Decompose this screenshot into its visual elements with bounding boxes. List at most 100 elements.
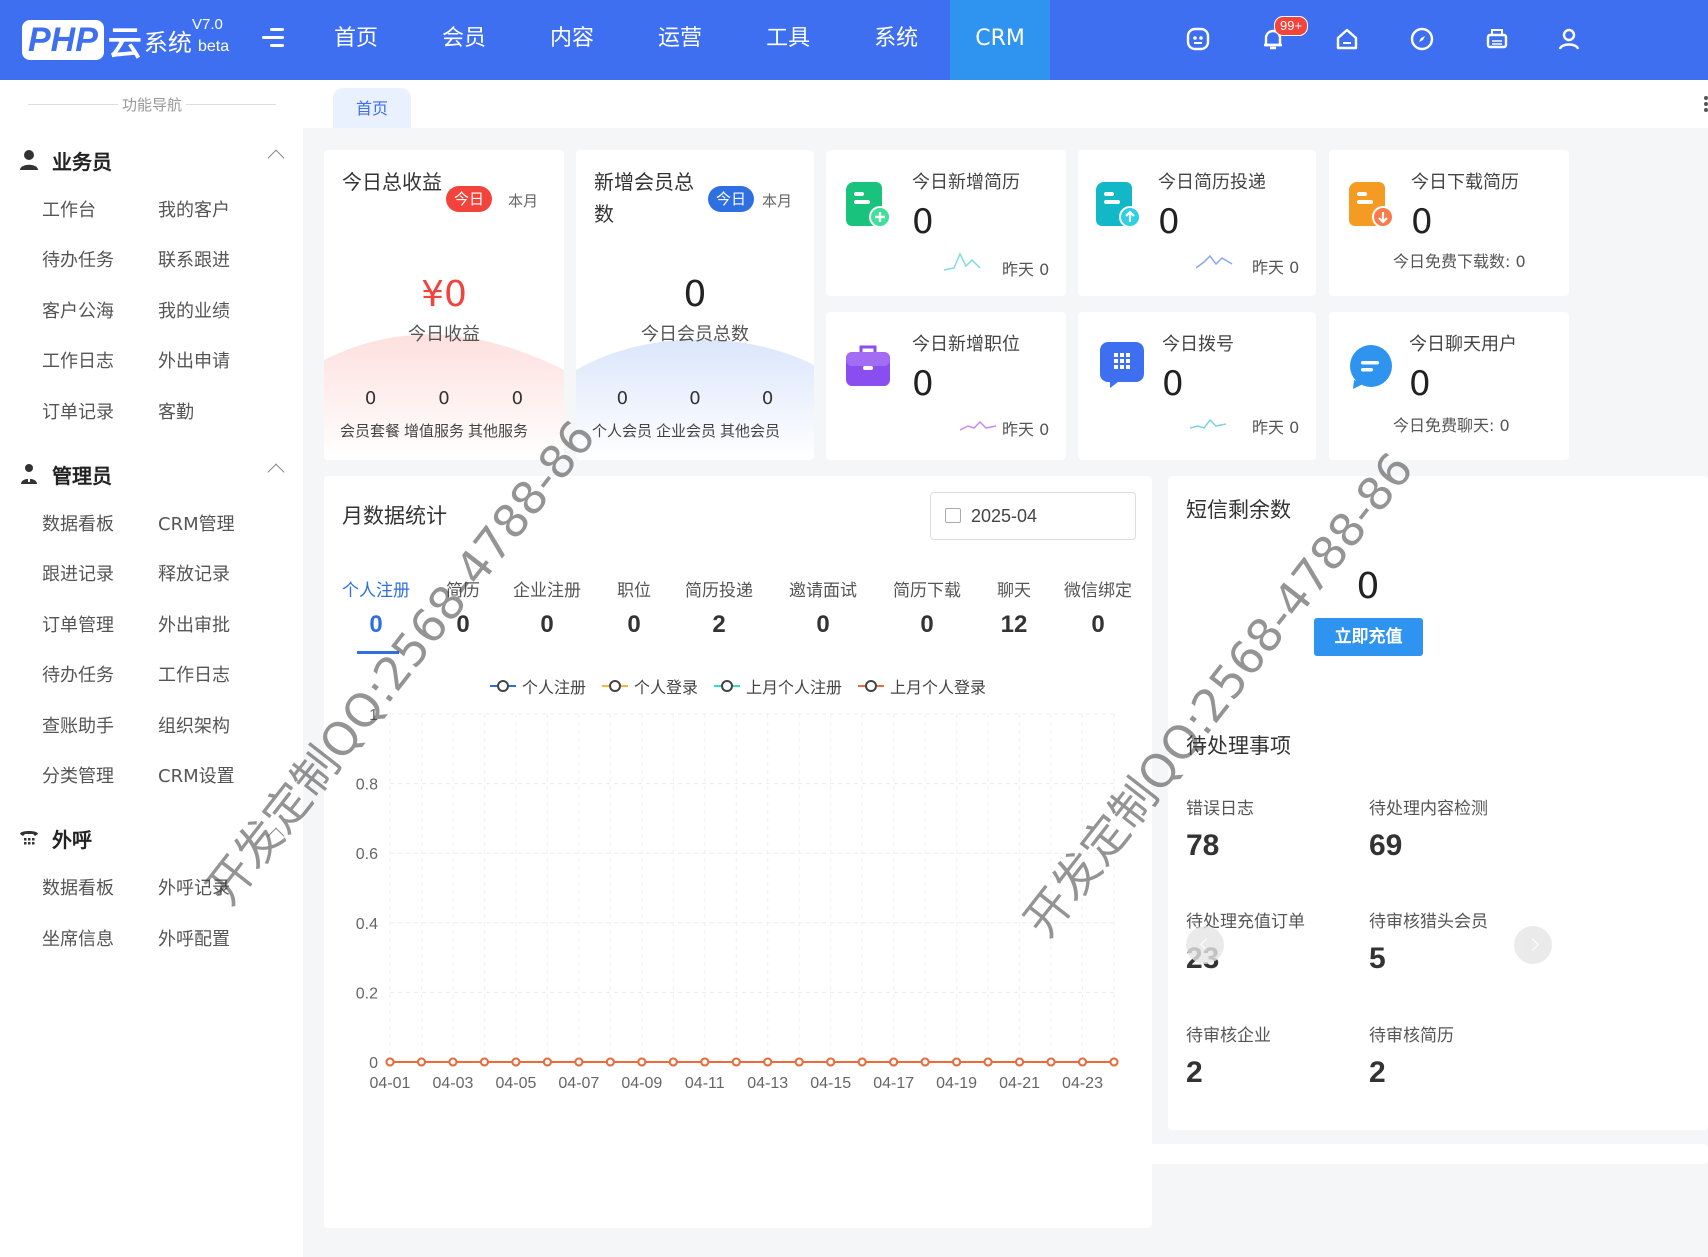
members-month-pill[interactable]: 本月 <box>762 190 792 211</box>
resume-upload-icon <box>1096 182 1140 228</box>
data-point <box>1078 1057 1088 1067</box>
data-point <box>1015 1057 1025 1067</box>
members-num: 0 <box>689 388 701 409</box>
revenue-sub-label: 会员套餐 <box>340 422 401 440</box>
sidebar-item-call-dashboard[interactable]: 数据看板 <box>42 874 114 900</box>
metric-tab-wechat-bind[interactable]: 微信绑定 0 <box>1064 576 1132 639</box>
sidebar-item-performance[interactable]: 我的业绩 <box>158 297 230 323</box>
legend-item[interactable]: 个人注册 <box>489 674 586 698</box>
todo-item-content-check[interactable]: 待处理内容检测 69 <box>1369 794 1488 863</box>
group-title: 管理员 <box>52 463 112 488</box>
sidebar-item-follow-records[interactable]: 跟进记录 <box>42 560 114 586</box>
user-icon <box>20 150 38 170</box>
chevron-up-icon[interactable] <box>267 149 285 167</box>
stat-card-resume-download: 今日下载简历 0 今日免费下载数: 0 <box>1329 150 1569 296</box>
metric-tab-company-register[interactable]: 企业注册 0 <box>513 576 581 639</box>
nav-crm[interactable]: CRM <box>950 0 1051 80</box>
revenue-nums: 0 0 0 <box>324 388 564 409</box>
nav-tools[interactable]: 工具 <box>734 0 842 80</box>
metric-value: 0 <box>1091 611 1105 638</box>
notification-bell[interactable]: 99+ <box>1260 16 1309 52</box>
recharge-button[interactable]: 立即充值 <box>1314 618 1423 656</box>
sidebar-item-release-records[interactable]: 释放记录 <box>158 560 230 586</box>
legend-marker-icon <box>714 680 740 692</box>
data-point <box>983 1057 993 1067</box>
metric-tab-personal-register[interactable]: 个人注册 0 <box>342 576 410 639</box>
sidebar-item-my-customers[interactable]: 我的客户 <box>158 196 230 222</box>
sidebar-item-admin-todo[interactable]: 待办任务 <box>42 661 114 687</box>
revenue-month-pill[interactable]: 本月 <box>508 190 538 211</box>
printer-icon[interactable] <box>1484 26 1510 52</box>
revenue-num: 0 <box>364 388 377 409</box>
sidebar-item-call-config[interactable]: 外呼配置 <box>158 925 230 951</box>
sidebar-item-category[interactable]: 分类管理 <box>42 762 114 788</box>
sidebar-item-call-records[interactable]: 外呼记录 <box>158 874 230 900</box>
members-value: 0 <box>683 274 707 315</box>
stat-card-resume-delivery: 今日简历投递 0 昨天 0 <box>1078 150 1316 296</box>
carousel-next-button[interactable] <box>1514 926 1552 964</box>
metric-tab-resume[interactable]: 简历 0 <box>446 576 480 639</box>
metric-tab-resume-download[interactable]: 简历下载 0 <box>893 576 961 639</box>
user-avatar-icon[interactable] <box>1556 26 1582 52</box>
more-icon[interactable] <box>1704 96 1708 112</box>
metric-tab-resume-delivery[interactable]: 简历投递 2 <box>685 576 753 639</box>
sidebar-item-admin-work-log[interactable]: 工作日志 <box>158 661 230 687</box>
compass-icon[interactable] <box>1409 26 1435 52</box>
group-salesperson[interactable]: 业务员 <box>18 144 288 176</box>
chevron-up-icon[interactable] <box>267 827 285 845</box>
todo-label: 待审核简历 <box>1369 1026 1454 1046</box>
metric-tab-job[interactable]: 职位 0 <box>617 576 651 639</box>
robot-icon[interactable] <box>1185 26 1211 52</box>
metric-tab-interview[interactable]: 邀请面试 0 <box>789 576 857 639</box>
sidebar-item-dashboard[interactable]: 数据看板 <box>42 510 114 536</box>
chevron-up-icon[interactable] <box>267 463 285 481</box>
sidebar-item-crm-manage[interactable]: CRM管理 <box>158 510 235 536</box>
sidebar-item-work-log[interactable]: 工作日志 <box>42 347 114 373</box>
todo-item-resume-review[interactable]: 待审核简历 2 <box>1369 1021 1454 1090</box>
sidebar-item-followup[interactable]: 联系跟进 <box>158 246 230 272</box>
sidebar-item-audit-helper[interactable]: 查账助手 <box>42 712 114 738</box>
sidebar-item-orders[interactable]: 订单记录 <box>42 398 114 424</box>
nav-content[interactable]: 内容 <box>518 0 626 80</box>
sidebar-item-seat-info[interactable]: 坐席信息 <box>42 925 114 951</box>
month-picker[interactable]: 2025-04 <box>930 492 1136 540</box>
todo-item-company-review[interactable]: 待审核企业 2 <box>1186 1021 1271 1090</box>
sidebar-item-order-manage[interactable]: 订单管理 <box>42 611 114 637</box>
metric-tab-chat[interactable]: 聊天 12 <box>997 576 1031 639</box>
nav-member[interactable]: 会员 <box>410 0 518 80</box>
data-point <box>605 1057 615 1067</box>
sidebar-item-public-pool[interactable]: 客户公海 <box>42 297 114 323</box>
logo[interactable]: PHP 云 系统 V7.0 beta <box>22 14 229 66</box>
revenue-label: 今日收益 <box>408 324 480 345</box>
home-icon[interactable] <box>1334 26 1360 52</box>
stat-title: 今日下载简历 <box>1411 172 1519 193</box>
legend-item[interactable]: 上月个人登录 <box>858 674 986 698</box>
sidebar-item-out-request[interactable]: 外出申请 <box>158 347 230 373</box>
members-today-pill[interactable]: 今日 <box>708 186 755 212</box>
briefcase-icon <box>846 345 890 386</box>
todo-item-error-log[interactable]: 错误日志 78 <box>1186 794 1254 863</box>
monthly-title: 月数据统计 <box>342 504 447 528</box>
legend-item[interactable]: 上月个人注册 <box>714 674 842 698</box>
sidebar-item-todo[interactable]: 待办任务 <box>42 246 114 272</box>
nav-system[interactable]: 系统 <box>842 0 950 80</box>
carousel-prev-button[interactable] <box>1186 926 1224 964</box>
sidebar-item-crm-settings[interactable]: CRM设置 <box>158 762 235 788</box>
sidebar-item-out-approval[interactable]: 外出审批 <box>158 611 230 637</box>
group-admin[interactable]: 管理员 <box>18 458 288 490</box>
nav-home[interactable]: 首页 <box>302 0 410 80</box>
group-outbound-call[interactable]: 外呼 <box>18 822 288 854</box>
legend-item[interactable]: 个人登录 <box>601 674 698 698</box>
revenue-today-pill[interactable]: 今日 <box>446 186 493 212</box>
sidebar-item-workbench[interactable]: 工作台 <box>42 196 96 222</box>
sidebar-item-org-structure[interactable]: 组织架构 <box>158 712 230 738</box>
todo-item-headhunter-review[interactable]: 待审核猎头会员 5 <box>1369 907 1488 976</box>
data-point <box>700 1057 710 1067</box>
sidebar-item-keqin[interactable]: 客勤 <box>158 398 194 424</box>
tab-home[interactable]: 首页 <box>333 88 411 128</box>
menu-collapse-icon[interactable] <box>262 28 284 48</box>
nav-operation[interactable]: 运营 <box>626 0 734 80</box>
todo-title: 待处理事项 <box>1186 734 1291 758</box>
todo-label: 错误日志 <box>1186 799 1254 819</box>
x-tick-label: 04-13 <box>747 1075 788 1092</box>
